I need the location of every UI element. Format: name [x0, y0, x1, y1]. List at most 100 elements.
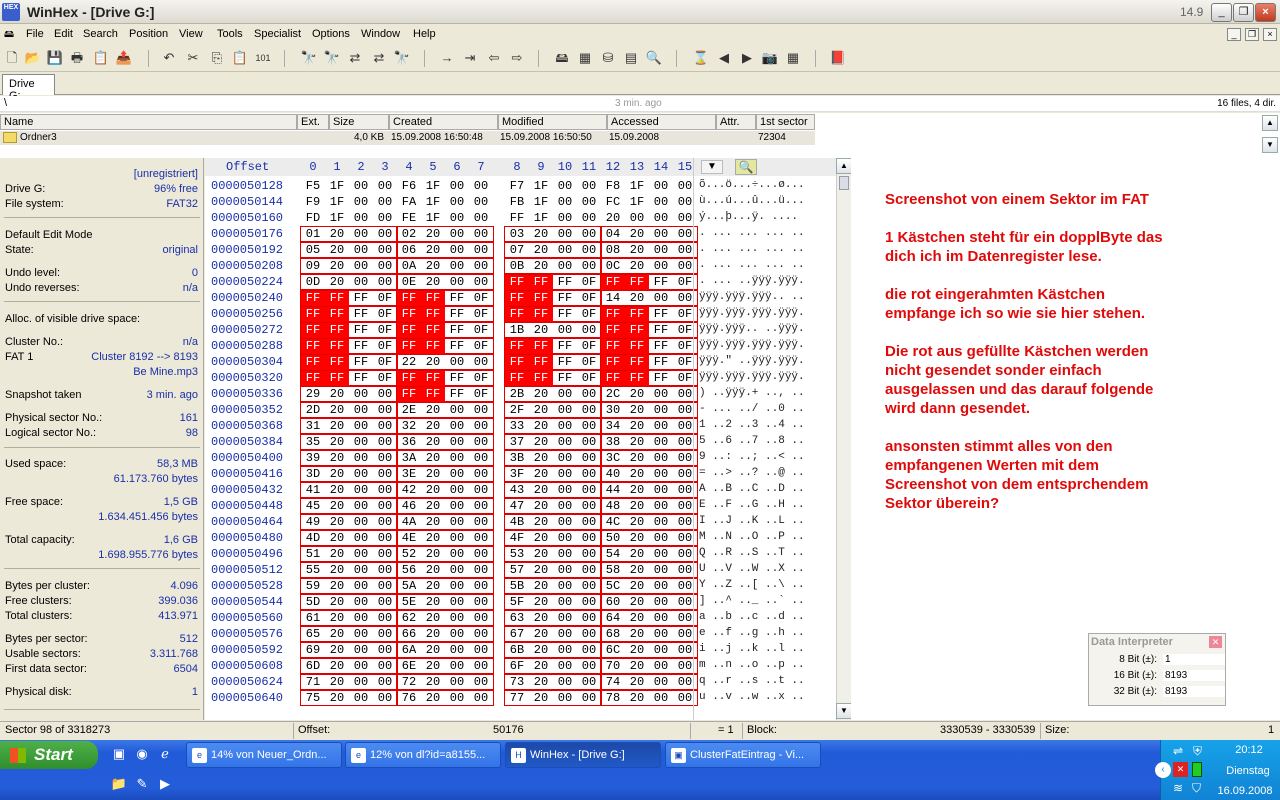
- hex-byte[interactable]: FF: [553, 291, 577, 306]
- app-icon[interactable]: HEX: [2, 3, 20, 21]
- hex-byte[interactable]: 00: [373, 275, 397, 290]
- hex-byte[interactable]: 00: [577, 563, 601, 578]
- hex-byte[interactable]: FF: [349, 339, 373, 354]
- hex-byte[interactable]: 00: [553, 595, 577, 610]
- hex-byte[interactable]: 00: [469, 435, 493, 450]
- hex-byte[interactable]: 3E: [397, 467, 421, 482]
- hex-byte[interactable]: 49: [301, 515, 325, 530]
- hex-byte[interactable]: FF: [649, 355, 673, 370]
- hex-byte[interactable]: 00: [469, 195, 493, 210]
- hex-byte[interactable]: 20: [529, 627, 553, 642]
- hex-byte[interactable]: 20: [529, 547, 553, 562]
- hex-byte[interactable]: 20: [625, 451, 649, 466]
- row-offset[interactable]: 0000050608: [211, 659, 283, 673]
- hex-byte[interactable]: 00: [553, 435, 577, 450]
- hex-byte[interactable]: 02: [397, 227, 421, 242]
- print-icon[interactable]: 🖶: [68, 49, 86, 67]
- hex-byte[interactable]: 00: [649, 483, 673, 498]
- hex-byte[interactable]: 20: [325, 435, 349, 450]
- text-column-row[interactable]: ÿÿÿ.ÿÿÿ.ÿÿÿ.ÿÿÿ.: [699, 339, 805, 351]
- hex-byte[interactable]: 00: [649, 291, 673, 306]
- hex-byte[interactable]: 00: [349, 611, 373, 626]
- hex-byte[interactable]: 00: [649, 675, 673, 690]
- hex-byte[interactable]: 20: [625, 643, 649, 658]
- menu-view[interactable]: View: [179, 28, 203, 40]
- hex-byte[interactable]: 0D: [301, 275, 325, 290]
- hex-byte[interactable]: 2B: [505, 387, 529, 402]
- hex-byte[interactable]: 00: [553, 531, 577, 546]
- hex-byte[interactable]: 3A: [397, 451, 421, 466]
- hex-byte[interactable]: 00: [373, 675, 397, 690]
- hex-byte[interactable]: 00: [649, 515, 673, 530]
- hex-byte[interactable]: FF: [553, 307, 577, 322]
- hex-byte[interactable]: FF: [421, 291, 445, 306]
- hex-byte[interactable]: 00: [445, 179, 469, 194]
- hex-byte[interactable]: 00: [553, 451, 577, 466]
- hex-byte[interactable]: 39: [301, 451, 325, 466]
- hex-byte[interactable]: 00: [373, 419, 397, 434]
- hex-byte[interactable]: 20: [601, 211, 625, 226]
- row-offset[interactable]: 0000050448: [211, 499, 283, 513]
- hex-byte[interactable]: 0F: [373, 323, 397, 338]
- hex-byte[interactable]: 00: [469, 451, 493, 466]
- hex-byte[interactable]: 72: [397, 675, 421, 690]
- hex-byte[interactable]: 00: [373, 595, 397, 610]
- hex-byte[interactable]: 00: [373, 627, 397, 642]
- hex-byte[interactable]: 00: [373, 403, 397, 418]
- hex-byte[interactable]: 4A: [397, 515, 421, 530]
- hex-byte[interactable]: FF: [505, 339, 529, 354]
- hex-byte[interactable]: 00: [373, 467, 397, 482]
- hex-byte[interactable]: 0F: [577, 307, 601, 322]
- hex-byte[interactable]: 20: [325, 595, 349, 610]
- hex-byte[interactable]: 00: [649, 499, 673, 514]
- hex-byte[interactable]: 20: [421, 691, 445, 706]
- hex-byte[interactable]: 00: [445, 243, 469, 258]
- hex-byte[interactable]: FF: [625, 371, 649, 386]
- hex-byte[interactable]: 20: [325, 531, 349, 546]
- hex-byte[interactable]: FF: [301, 291, 325, 306]
- maximize-button[interactable]: ❐: [1233, 3, 1254, 22]
- hex-byte[interactable]: FF: [397, 291, 421, 306]
- goto-sector-icon[interactable]: ⇥: [461, 49, 479, 67]
- hex-byte[interactable]: 00: [577, 691, 601, 706]
- hex-byte[interactable]: 20: [325, 259, 349, 274]
- hex-byte[interactable]: 00: [649, 451, 673, 466]
- hex-byte[interactable]: 00: [373, 515, 397, 530]
- row-offset[interactable]: 0000050256: [211, 307, 283, 321]
- new-icon[interactable]: 🗋: [3, 49, 21, 67]
- hex-byte[interactable]: 20: [529, 675, 553, 690]
- hex-byte[interactable]: 2C: [601, 387, 625, 402]
- menu-window[interactable]: Window: [361, 28, 400, 40]
- hex-byte[interactable]: 20: [421, 451, 445, 466]
- col-accessed[interactable]: Accessed: [607, 114, 716, 130]
- hex-byte[interactable]: 20: [421, 355, 445, 370]
- scroll-up-button[interactable]: ▲: [836, 158, 852, 174]
- quicklaunch-folder-icon[interactable]: 📁: [110, 776, 128, 794]
- hex-byte[interactable]: 00: [445, 227, 469, 242]
- search-icon[interactable]: 🔍: [735, 159, 757, 175]
- hex-byte[interactable]: 73: [505, 675, 529, 690]
- hex-byte[interactable]: 46: [397, 499, 421, 514]
- hex-byte[interactable]: 00: [349, 643, 373, 658]
- hex-byte[interactable]: 00: [649, 611, 673, 626]
- hex-byte[interactable]: FF: [601, 355, 625, 370]
- hex-byte[interactable]: 20: [421, 643, 445, 658]
- menu-tools[interactable]: Tools: [217, 28, 243, 40]
- hex-byte[interactable]: 20: [625, 691, 649, 706]
- hex-byte[interactable]: 32: [397, 419, 421, 434]
- hex-byte[interactable]: 6B: [505, 643, 529, 658]
- row-offset[interactable]: 0000050368: [211, 419, 283, 433]
- hex-byte[interactable]: 00: [553, 419, 577, 434]
- hex-byte[interactable]: 20: [421, 435, 445, 450]
- binary-icon[interactable]: 101: [254, 49, 272, 67]
- hex-byte[interactable]: 20: [625, 291, 649, 306]
- hex-byte[interactable]: 00: [445, 499, 469, 514]
- text-column-row[interactable]: ÿÿÿ.ÿÿÿ.ÿÿÿ.. ..: [699, 291, 805, 303]
- hex-byte[interactable]: 00: [349, 483, 373, 498]
- hex-byte[interactable]: 00: [577, 483, 601, 498]
- hex-byte[interactable]: 00: [445, 643, 469, 658]
- hex-byte[interactable]: 20: [625, 467, 649, 482]
- hex-byte[interactable]: 00: [445, 195, 469, 210]
- hex-byte[interactable]: 43: [505, 483, 529, 498]
- hex-byte[interactable]: 5C: [601, 579, 625, 594]
